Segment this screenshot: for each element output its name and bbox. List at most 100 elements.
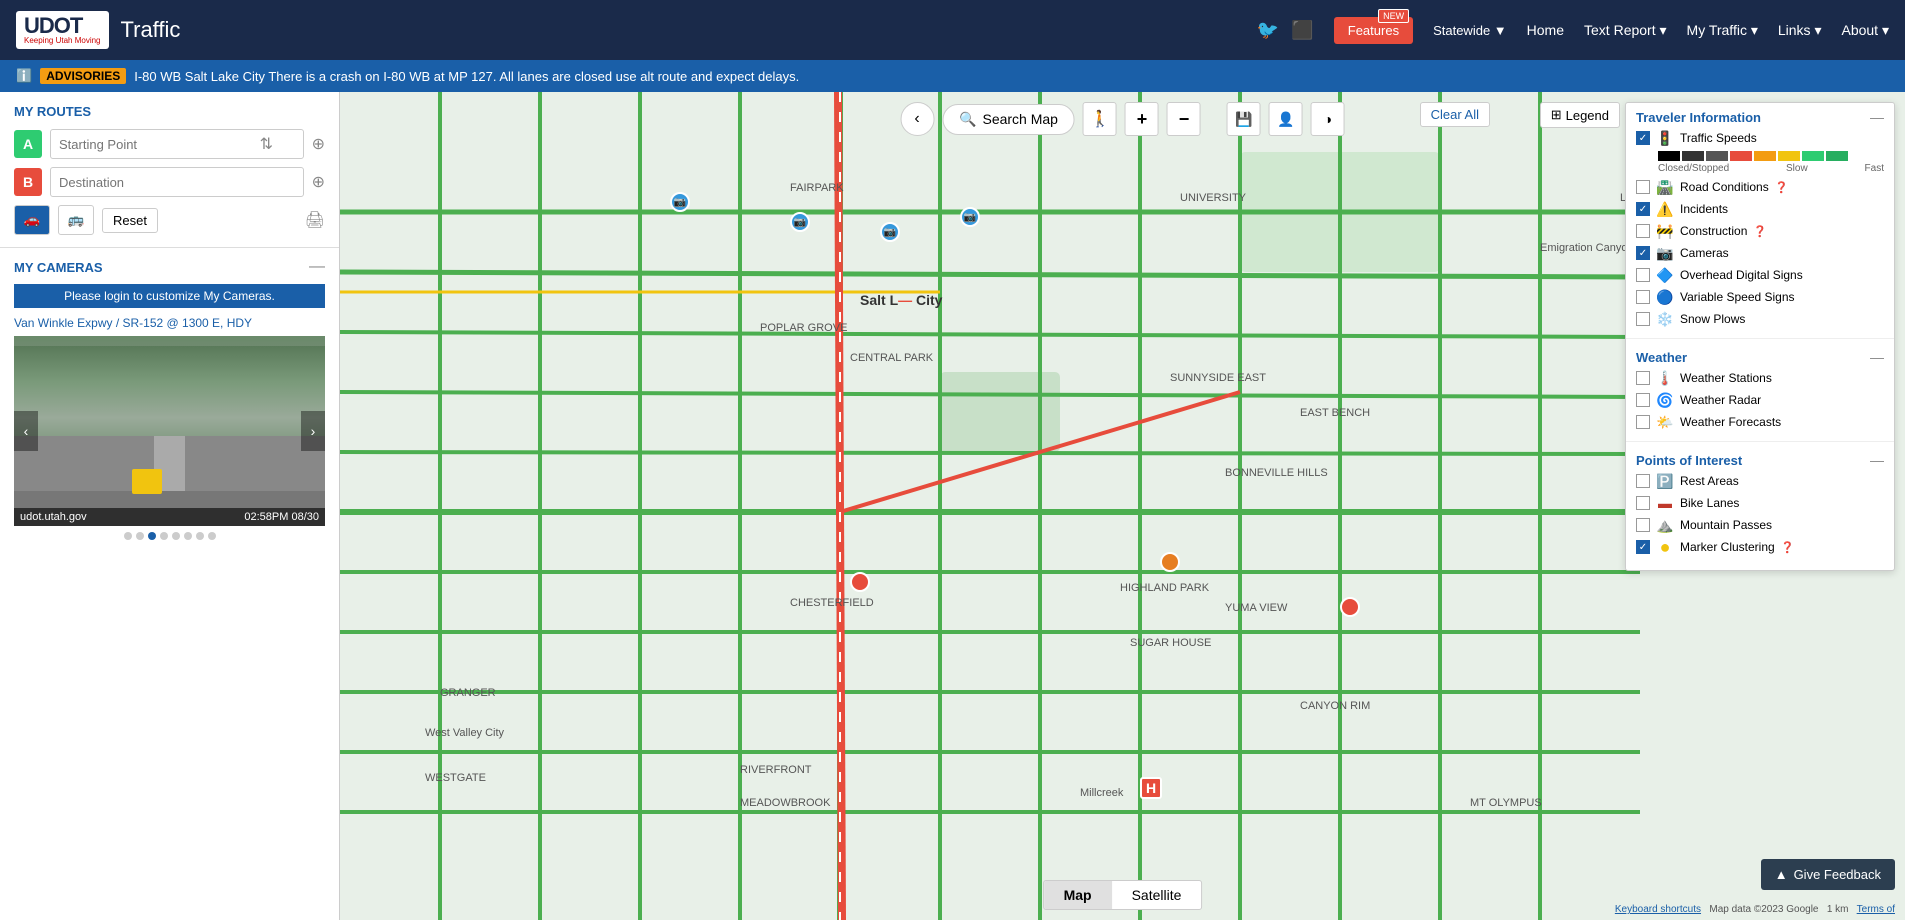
person-icon-btn[interactable]: 🚶 bbox=[1083, 102, 1117, 136]
incidents-checkbox[interactable] bbox=[1636, 202, 1650, 216]
map-area[interactable]: FAIRPARK Salt L— City POPLAR GROVE CENTR… bbox=[340, 92, 1905, 920]
map-pin-warning[interactable] bbox=[1160, 552, 1180, 572]
feedback-icon: ▲ bbox=[1775, 867, 1788, 882]
speed-block-red bbox=[1730, 151, 1752, 161]
advisory-bar: ℹ️ ADVISORIES I-80 WB Salt Lake City The… bbox=[0, 60, 1905, 92]
overhead-signs-checkbox[interactable] bbox=[1636, 268, 1650, 282]
camera-location-link[interactable]: Van Winkle Expwy / SR-152 @ 1300 E, HDY bbox=[14, 316, 325, 330]
camera-dot-7[interactable] bbox=[196, 532, 204, 540]
camera-dot-4[interactable] bbox=[160, 532, 168, 540]
camera-dot-3[interactable] bbox=[148, 532, 156, 540]
nav-text-report[interactable]: Text Report ▾ bbox=[1584, 22, 1667, 39]
hospital-marker[interactable]: H bbox=[1140, 777, 1162, 799]
map-type-satellite[interactable]: Satellite bbox=[1112, 881, 1202, 909]
bike-lanes-checkbox[interactable] bbox=[1636, 496, 1650, 510]
nav-home[interactable]: Home bbox=[1527, 22, 1564, 39]
dest-label: B bbox=[14, 168, 42, 196]
snow-plows-checkbox[interactable] bbox=[1636, 312, 1650, 326]
nav-about[interactable]: About ▾ bbox=[1841, 22, 1889, 39]
map-pin-incident[interactable] bbox=[850, 572, 870, 592]
cameras-item: 📷 Cameras bbox=[1636, 244, 1884, 262]
construction-checkbox[interactable] bbox=[1636, 224, 1650, 238]
map-pin-4[interactable]: 📷 bbox=[960, 207, 980, 227]
weather-radar-checkbox[interactable] bbox=[1636, 393, 1650, 407]
bus-mode-btn[interactable]: 🚌 bbox=[58, 205, 94, 235]
reset-btn[interactable]: Reset bbox=[102, 208, 158, 233]
camera-dot-5[interactable] bbox=[172, 532, 180, 540]
car-mode-btn[interactable]: 🚗 bbox=[14, 205, 50, 235]
rest-areas-label: Rest Areas bbox=[1680, 474, 1739, 488]
camera-dot-1[interactable] bbox=[124, 532, 132, 540]
traffic-speeds-checkbox[interactable] bbox=[1636, 131, 1650, 145]
destination-target-btn[interactable]: ⊕ bbox=[312, 172, 325, 192]
fast-label: Fast bbox=[1865, 163, 1884, 174]
map-pin-2[interactable]: 📷 bbox=[790, 212, 810, 232]
marker-clustering-help[interactable]: ❓ bbox=[1781, 541, 1795, 554]
camera-dot-6[interactable] bbox=[184, 532, 192, 540]
nav-links[interactable]: Links ▾ bbox=[1778, 22, 1822, 39]
speed-block-green bbox=[1802, 151, 1824, 161]
map-type-map[interactable]: Map bbox=[1044, 881, 1112, 909]
camera-dot-8[interactable] bbox=[208, 532, 216, 540]
header: UDOT Keeping Utah Moving Traffic 🐦 ⬛ NEW… bbox=[0, 0, 1905, 60]
search-map-button[interactable]: 🔍 Search Map bbox=[942, 104, 1075, 135]
slow-label: Slow bbox=[1786, 163, 1808, 174]
zoom-out-button[interactable]: − bbox=[1167, 102, 1201, 136]
construction-help[interactable]: ❓ bbox=[1753, 225, 1767, 238]
road-conditions-icon: 🛣️ bbox=[1656, 178, 1674, 196]
twitter-icon[interactable]: 🐦 bbox=[1257, 20, 1279, 41]
terms-text[interactable]: Terms of bbox=[1857, 904, 1895, 915]
cameras-checkbox[interactable] bbox=[1636, 246, 1650, 260]
camera-next-btn[interactable]: › bbox=[301, 411, 325, 451]
weather-forecasts-label: Weather Forecasts bbox=[1680, 415, 1781, 429]
keyboard-shortcuts[interactable]: Keyboard shortcuts bbox=[1615, 904, 1701, 915]
map-pin-incident2[interactable] bbox=[1340, 597, 1360, 617]
variable-speed-checkbox[interactable] bbox=[1636, 290, 1650, 304]
logo-traffic: Traffic bbox=[121, 17, 181, 43]
map-attribution: Keyboard shortcuts Map data ©2023 Google… bbox=[1615, 904, 1895, 915]
label-wvc: West Valley City bbox=[425, 727, 504, 739]
traveler-info-collapse[interactable]: — bbox=[1870, 109, 1884, 125]
facebook-icon[interactable]: ⬛ bbox=[1291, 20, 1313, 41]
map-pin-1[interactable]: 📷 bbox=[670, 192, 690, 212]
poi-collapse[interactable]: — bbox=[1870, 452, 1884, 468]
map-pin-3[interactable]: 📷 bbox=[880, 222, 900, 242]
marker-clustering-label: Marker Clustering bbox=[1680, 540, 1775, 554]
clear-all-btn[interactable]: Clear All bbox=[1420, 102, 1490, 127]
rest-areas-checkbox[interactable] bbox=[1636, 474, 1650, 488]
features-button[interactable]: NEW Features bbox=[1334, 17, 1413, 44]
camera-dot-2[interactable] bbox=[136, 532, 144, 540]
snow-plows-item: ❄️ Snow Plows bbox=[1636, 310, 1884, 328]
cameras-header: MY CAMERAS — bbox=[14, 258, 325, 276]
road-conditions-help[interactable]: ❓ bbox=[1775, 181, 1789, 194]
road-conditions-checkbox[interactable] bbox=[1636, 180, 1650, 194]
traveler-info-section: Traveler Information — 🚦 Traffic Speeds bbox=[1626, 103, 1894, 334]
marker-clustering-checkbox[interactable] bbox=[1636, 540, 1650, 554]
starting-point-target-btn[interactable]: ⊕ bbox=[312, 134, 325, 154]
road-conditions-label: Road Conditions bbox=[1680, 180, 1769, 194]
cameras-login-btn[interactable]: Please login to customize My Cameras. bbox=[14, 284, 325, 308]
overhead-signs-icon: 🔷 bbox=[1656, 266, 1674, 284]
my-routes-section: MY ROUTES A ⊕ ⇅ B ⊕ 🚗 🚌 Reset 🖨 bbox=[0, 92, 339, 248]
back-button[interactable]: ‹ bbox=[900, 102, 934, 136]
cameras-minimize-btn[interactable]: — bbox=[309, 258, 325, 276]
destination-input[interactable] bbox=[50, 167, 304, 197]
print-btn[interactable]: 🖨 bbox=[305, 210, 325, 230]
weather-stations-checkbox[interactable] bbox=[1636, 371, 1650, 385]
weather-collapse[interactable]: — bbox=[1870, 349, 1884, 365]
camera-timestamp: 02:58PM 08/30 bbox=[244, 511, 319, 523]
weather-forecasts-checkbox[interactable] bbox=[1636, 415, 1650, 429]
statewide-button[interactable]: Statewide ▼ bbox=[1433, 23, 1507, 38]
mountain-passes-checkbox[interactable] bbox=[1636, 518, 1650, 532]
map-share-btn[interactable]: 👤 bbox=[1269, 102, 1303, 136]
label-chester: CHESTERFIELD bbox=[790, 597, 874, 609]
legend-toggle-btn[interactable]: ⊞ Legend bbox=[1540, 102, 1620, 128]
zoom-in-button[interactable]: + bbox=[1125, 102, 1159, 136]
give-feedback-btn[interactable]: ▲ Give Feedback bbox=[1761, 859, 1895, 890]
nav-my-traffic[interactable]: My Traffic ▾ bbox=[1687, 22, 1758, 39]
camera-prev-btn[interactable]: ‹ bbox=[14, 411, 38, 451]
logo-tagline: Keeping Utah Moving bbox=[24, 37, 101, 45]
map-save-btn[interactable]: 💾 bbox=[1227, 102, 1261, 136]
map-contrast-btn[interactable]: ◑ bbox=[1311, 102, 1345, 136]
swap-icon[interactable]: ⇅ bbox=[260, 134, 273, 154]
